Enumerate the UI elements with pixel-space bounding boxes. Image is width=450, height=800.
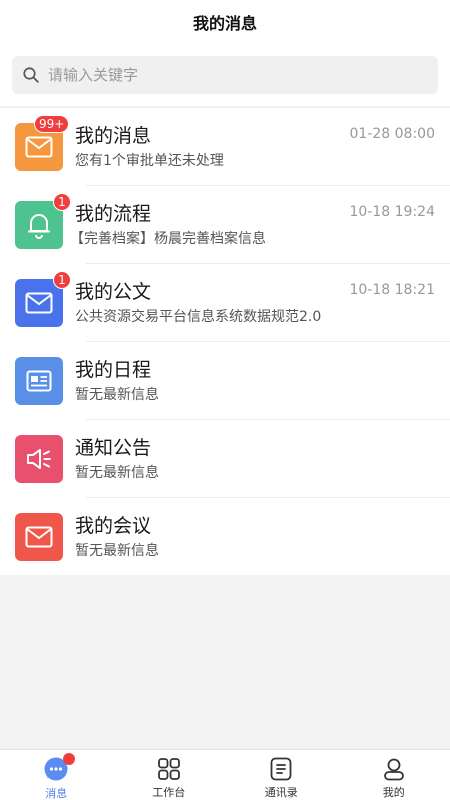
item-subtitle: 暂无最新信息 <box>75 387 159 403</box>
item-time: 01-28 08:00 <box>349 126 435 142</box>
list-item-my-documents[interactable]: 1 我的公文 10-18 18:21 公共资源交易平台信息系统数据规范2.0 <box>0 264 450 342</box>
tab-label: 工作台 <box>152 786 186 799</box>
item-title: 我的日程 <box>75 359 152 381</box>
list-item-my-workflow[interactable]: 1 我的流程 10-18 19:24 【完善档案】杨晨完善档案信息 <box>0 186 450 264</box>
mail-icon <box>15 513 63 561</box>
tab-contacts[interactable]: 通讯录 <box>225 750 338 800</box>
message-list: 99+ 我的消息 01-28 08:00 您有1个审批单还未处理 1 我的流程 … <box>0 107 450 575</box>
unread-badge: 1 <box>53 193 71 211</box>
item-title: 我的消息 <box>75 125 152 147</box>
item-title: 通知公告 <box>75 437 152 459</box>
item-subtitle: 【完善档案】杨晨完善档案信息 <box>70 231 266 247</box>
speaker-icon <box>15 435 63 483</box>
tab-label: 通讯录 <box>264 786 298 799</box>
search-input[interactable] <box>48 66 408 84</box>
newspaper-icon <box>15 357 63 405</box>
notification-dot <box>63 753 76 765</box>
tab-label: 消息 <box>45 787 68 800</box>
tab-me[interactable]: 我的 <box>338 750 450 800</box>
item-subtitle: 公共资源交易平台信息系统数据规范2.0 <box>75 309 322 325</box>
unread-badge: 99+ <box>34 115 70 133</box>
item-subtitle: 暂无最新信息 <box>75 465 159 481</box>
unread-badge: 1 <box>53 271 71 289</box>
item-time: 10-18 19:24 <box>349 204 435 220</box>
item-subtitle: 您有1个审批单还未处理 <box>75 153 224 169</box>
list-item-my-messages[interactable]: 99+ 我的消息 01-28 08:00 您有1个审批单还未处理 <box>0 108 450 186</box>
user-icon <box>381 756 407 781</box>
item-time: 10-18 18:21 <box>349 282 435 298</box>
item-title: 我的会议 <box>75 515 152 537</box>
list-item-announcements[interactable]: 通知公告 暂无最新信息 <box>0 420 450 498</box>
header-bar: 我的消息 <box>0 0 450 44</box>
chat-icon <box>43 753 76 782</box>
search-icon <box>23 67 39 83</box>
grid-icon <box>156 756 182 781</box>
tab-messages[interactable]: 消息 <box>0 750 113 800</box>
item-subtitle: 暂无最新信息 <box>75 543 159 559</box>
contacts-icon <box>268 756 294 781</box>
list-item-my-meetings[interactable]: 我的会议 暂无最新信息 <box>0 498 450 576</box>
page-title: 我的消息 <box>192 14 257 33</box>
bottom-tab-bar: 消息 工作台 通讯录 我的 <box>0 749 450 800</box>
tab-label: 我的 <box>382 786 405 799</box>
list-item-my-schedule[interactable]: 我的日程 暂无最新信息 <box>0 342 450 420</box>
item-title: 我的公文 <box>75 281 152 303</box>
tab-workbench[interactable]: 工作台 <box>113 750 226 800</box>
search-box[interactable] <box>12 56 438 94</box>
search-bar <box>0 44 450 106</box>
item-title: 我的流程 <box>75 203 152 225</box>
